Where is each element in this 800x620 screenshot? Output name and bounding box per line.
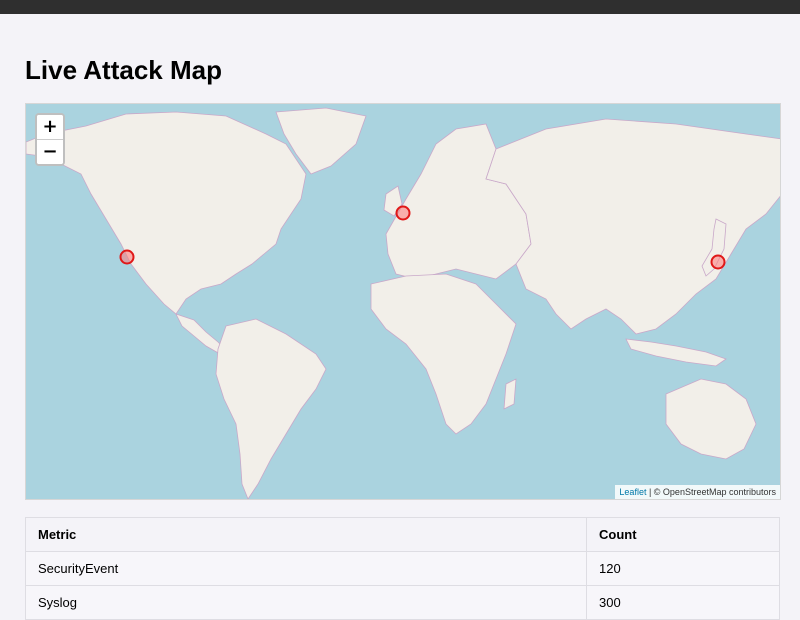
land-indonesia (625, 338, 727, 367)
land-asia (485, 118, 780, 335)
land-africa (370, 273, 517, 435)
land-australia (665, 378, 757, 460)
attack-map[interactable]: + − Leaflet | © OpenStreetMap contributo… (25, 103, 781, 500)
attribution-text: © OpenStreetMap contributors (653, 487, 776, 497)
zoom-control: + − (35, 113, 65, 166)
table-header-row: Metric Count (25, 517, 780, 552)
table-row: SecurityEvent 120 (25, 551, 780, 586)
attribution-separator: | (646, 487, 654, 497)
marker-japan[interactable] (710, 254, 726, 270)
count-cell: 120 (586, 551, 780, 586)
metric-cell: Syslog (25, 585, 587, 620)
column-header-count: Count (586, 517, 780, 552)
zoom-out-button[interactable]: − (37, 139, 63, 164)
marker-california[interactable] (119, 249, 135, 265)
count-cell: 300 (586, 585, 780, 620)
table-row: Syslog 300 (25, 585, 780, 620)
land-madagascar (503, 378, 517, 410)
column-header-metric: Metric (25, 517, 587, 552)
page-title: Live Attack Map (25, 55, 222, 85)
top-bar (0, 0, 800, 14)
world-basemap[interactable] (26, 104, 781, 500)
marker-europe[interactable] (395, 205, 411, 221)
metrics-table: Metric Count SecurityEvent 120 Syslog 30… (25, 517, 780, 620)
metric-cell: SecurityEvent (25, 551, 587, 586)
map-attribution: Leaflet | © OpenStreetMap contributors (615, 485, 780, 499)
land-south-america (215, 318, 327, 499)
land-north-america (26, 111, 307, 315)
zoom-in-button[interactable]: + (37, 115, 63, 139)
leaflet-link[interactable]: Leaflet (619, 487, 646, 497)
